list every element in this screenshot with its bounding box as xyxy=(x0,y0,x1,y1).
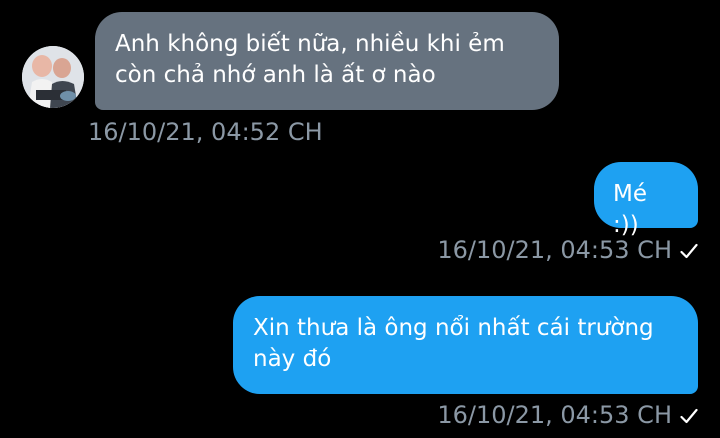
message-timestamp: 16/10/21, 04:53 CH xyxy=(437,236,672,264)
message-status: 16/10/21, 04:53 CH xyxy=(437,401,698,429)
outgoing-message-bubble[interactable]: Xin thưa là ông nổi nhất cái trường này … xyxy=(233,296,698,394)
checkmark-icon xyxy=(680,408,698,424)
checkmark-icon xyxy=(680,243,698,259)
outgoing-message-bubble[interactable]: Mé :)) xyxy=(594,162,698,238)
message-timestamp: 16/10/21, 04:53 CH xyxy=(437,401,672,429)
contact-avatar[interactable] xyxy=(22,46,84,108)
incoming-message-bubble[interactable]: Anh không biết nữa, nhiều khi ẻm còn chả… xyxy=(95,12,559,110)
message-status: 16/10/21, 04:53 CH xyxy=(437,236,698,264)
message-timestamp: 16/10/21, 04:52 CH xyxy=(88,118,323,146)
